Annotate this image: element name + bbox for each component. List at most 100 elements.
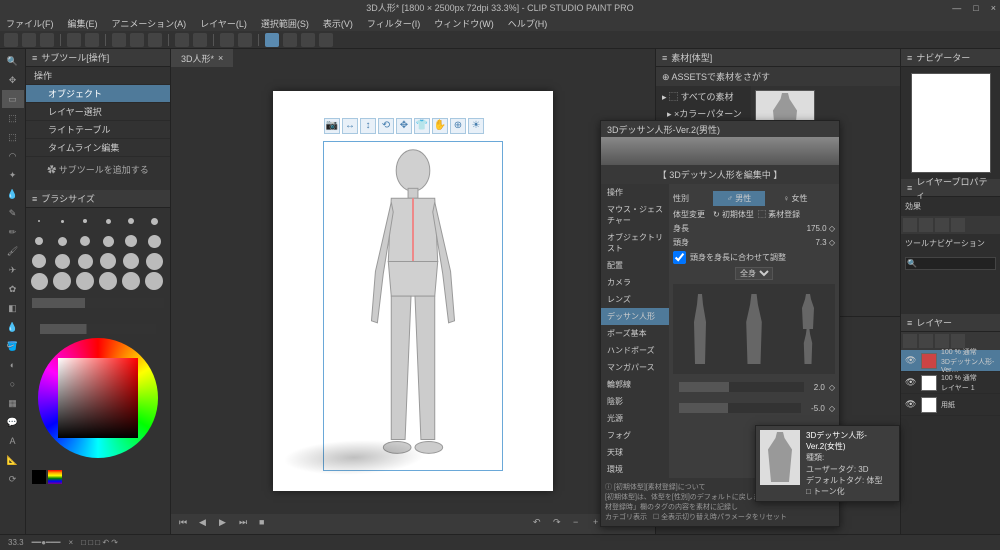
rotate-r-icon[interactable]: ↷ (553, 517, 567, 531)
brush-preset[interactable] (53, 232, 71, 250)
cat-figure[interactable]: デッサン人形 (601, 308, 669, 325)
play-icon[interactable]: ▶ (219, 517, 233, 531)
register-body-button[interactable]: ⬚ 素材登録 (758, 209, 800, 220)
brush-preset[interactable] (122, 252, 140, 270)
menu-view[interactable]: 表示(V) (323, 17, 353, 30)
color-wheel[interactable] (38, 338, 158, 458)
layer-move-tool[interactable]: ⬚ (2, 109, 24, 127)
zoom-slider[interactable]: ━━●━━━ (32, 538, 61, 547)
move-z-icon[interactable]: ↕ (360, 118, 376, 134)
layer-row[interactable]: 👁 用紙 (901, 394, 1000, 416)
zoom-tool[interactable]: 🔍 (2, 52, 24, 70)
layer-row[interactable]: 👁 100 % 通常 3Dデッサン人形-Ver… (901, 350, 1000, 372)
move-tool[interactable]: ✥ (2, 71, 24, 89)
save-icon[interactable] (40, 33, 54, 47)
brush-size-slider[interactable] (32, 298, 164, 308)
body-preview[interactable] (673, 284, 835, 374)
stepper-icon[interactable]: ◇ (829, 224, 835, 233)
close-icon[interactable]: × (991, 3, 996, 13)
3d-mannequin[interactable] (324, 142, 502, 470)
ruler-tool[interactable]: 📐 (2, 451, 24, 469)
wand-tool[interactable]: ✦ (2, 166, 24, 184)
redo-icon[interactable] (85, 33, 99, 47)
gradient-tool[interactable]: ◐ (2, 356, 24, 374)
cat-fog[interactable]: フォグ (601, 427, 669, 444)
eyedropper-tool[interactable]: 💧 (2, 185, 24, 203)
new-folder-icon[interactable] (919, 334, 933, 348)
brush-preset[interactable] (99, 232, 117, 250)
menu-help[interactable]: ヘルプ(H) (508, 17, 548, 30)
rotate-l-icon[interactable]: ↶ (533, 517, 547, 531)
subtool-group[interactable]: 操作 (26, 67, 170, 85)
marquee-tool[interactable]: ⬚ (2, 128, 24, 146)
effect-icon[interactable] (903, 218, 917, 232)
scale-head-checkbox[interactable] (673, 251, 686, 264)
balloon-tool[interactable]: 💬 (2, 413, 24, 431)
cat-mouse[interactable]: マウス・ジェスチャー (601, 201, 669, 229)
effect-icon[interactable] (951, 218, 965, 232)
color-square[interactable] (58, 358, 138, 438)
menu-animation[interactable]: アニメーション(A) (112, 17, 187, 30)
frame-tool[interactable]: ▦ (2, 394, 24, 412)
visibility-icon[interactable]: 👁 (905, 355, 917, 366)
body-slider-2[interactable] (679, 403, 801, 413)
cat-objlist[interactable]: オブジェクトリスト (601, 229, 669, 257)
brush-preset[interactable] (145, 232, 163, 250)
prev-icon[interactable]: ◀ (199, 517, 213, 531)
undo-icon[interactable] (67, 33, 81, 47)
brush-preset[interactable] (145, 272, 163, 290)
cat-sky[interactable]: 天球 (601, 444, 669, 461)
gender-male-button[interactable]: ♂ 男性 (713, 191, 765, 206)
cat-outline[interactable]: 輪郭線 (601, 376, 669, 393)
cat-operation[interactable]: 操作 (601, 184, 669, 201)
cat-hand[interactable]: ハンドポーズ (601, 342, 669, 359)
figure-tool[interactable]: ○ (2, 375, 24, 393)
brush-preset[interactable] (30, 232, 48, 250)
gender-female-button[interactable]: ♀ 女性 (769, 191, 821, 206)
brush-preset[interactable] (30, 252, 48, 270)
camera-icon[interactable]: 📷 (324, 118, 340, 134)
effect-icon[interactable] (935, 218, 949, 232)
tree-all[interactable]: ▸ ⬚ すべての素材 (658, 88, 749, 105)
brush-preset[interactable] (76, 272, 94, 290)
brush-preset[interactable] (122, 232, 140, 250)
doc-tab[interactable]: 3D人形* × (171, 49, 233, 67)
pan-icon[interactable]: ✥ (396, 118, 412, 134)
minimize-icon[interactable]: — (952, 3, 961, 13)
tool-c-icon[interactable] (283, 33, 297, 47)
stop-icon[interactable]: ■ (259, 517, 273, 531)
brush-preset[interactable] (53, 212, 71, 230)
menu-selection[interactable]: 選択範囲(S) (261, 17, 309, 30)
nav-search-input[interactable] (905, 257, 996, 270)
3d-figure-bounds[interactable]: 📷 ↔ ↕ ⟲ ✥ 👕 ✋ ⊕ ☀ (323, 141, 503, 471)
layer-row[interactable]: 👁 100 % 通常 レイヤー 1 (901, 372, 1000, 394)
brush-preset[interactable] (30, 212, 48, 230)
menu-layer[interactable]: レイヤー(L) (200, 17, 247, 30)
subtool-object[interactable]: オブジェクト (26, 85, 170, 103)
eraser-tool[interactable]: ◧ (2, 299, 24, 317)
menu-edit[interactable]: 編集(E) (68, 17, 98, 30)
cat-lens[interactable]: レンズ (601, 291, 669, 308)
operation-tool[interactable]: ▭ (2, 90, 24, 108)
brush-preset[interactable] (99, 252, 117, 270)
zoom-value[interactable]: 33.3 (8, 538, 24, 547)
subtool-layer-select[interactable]: レイヤー選択 (26, 103, 170, 121)
body-part-select[interactable]: 全身 (735, 267, 773, 280)
zoom-icon[interactable] (175, 33, 189, 47)
brush-preset[interactable] (76, 232, 94, 250)
zoom-out-icon[interactable]: − (573, 517, 587, 531)
close-tab-icon[interactable]: × (218, 53, 223, 63)
brush-preset[interactable] (53, 272, 71, 290)
light-icon[interactable]: ☀ (468, 118, 484, 134)
cut-icon[interactable] (112, 33, 126, 47)
brush-tool[interactable]: 🖌 (2, 242, 24, 260)
cat-layout[interactable]: 配置 (601, 257, 669, 274)
pose-icon[interactable]: 👕 (414, 118, 430, 134)
brush-preset[interactable] (122, 272, 140, 290)
reset-body-button[interactable]: ↻ 初期体型 (713, 209, 754, 220)
navigator-preview[interactable] (911, 73, 991, 173)
lasso-tool[interactable]: ◠ (2, 147, 24, 165)
rotate-icon[interactable]: ⟲ (378, 118, 394, 134)
menu-filter[interactable]: フィルター(I) (367, 17, 420, 30)
new-layer-icon[interactable] (903, 334, 917, 348)
